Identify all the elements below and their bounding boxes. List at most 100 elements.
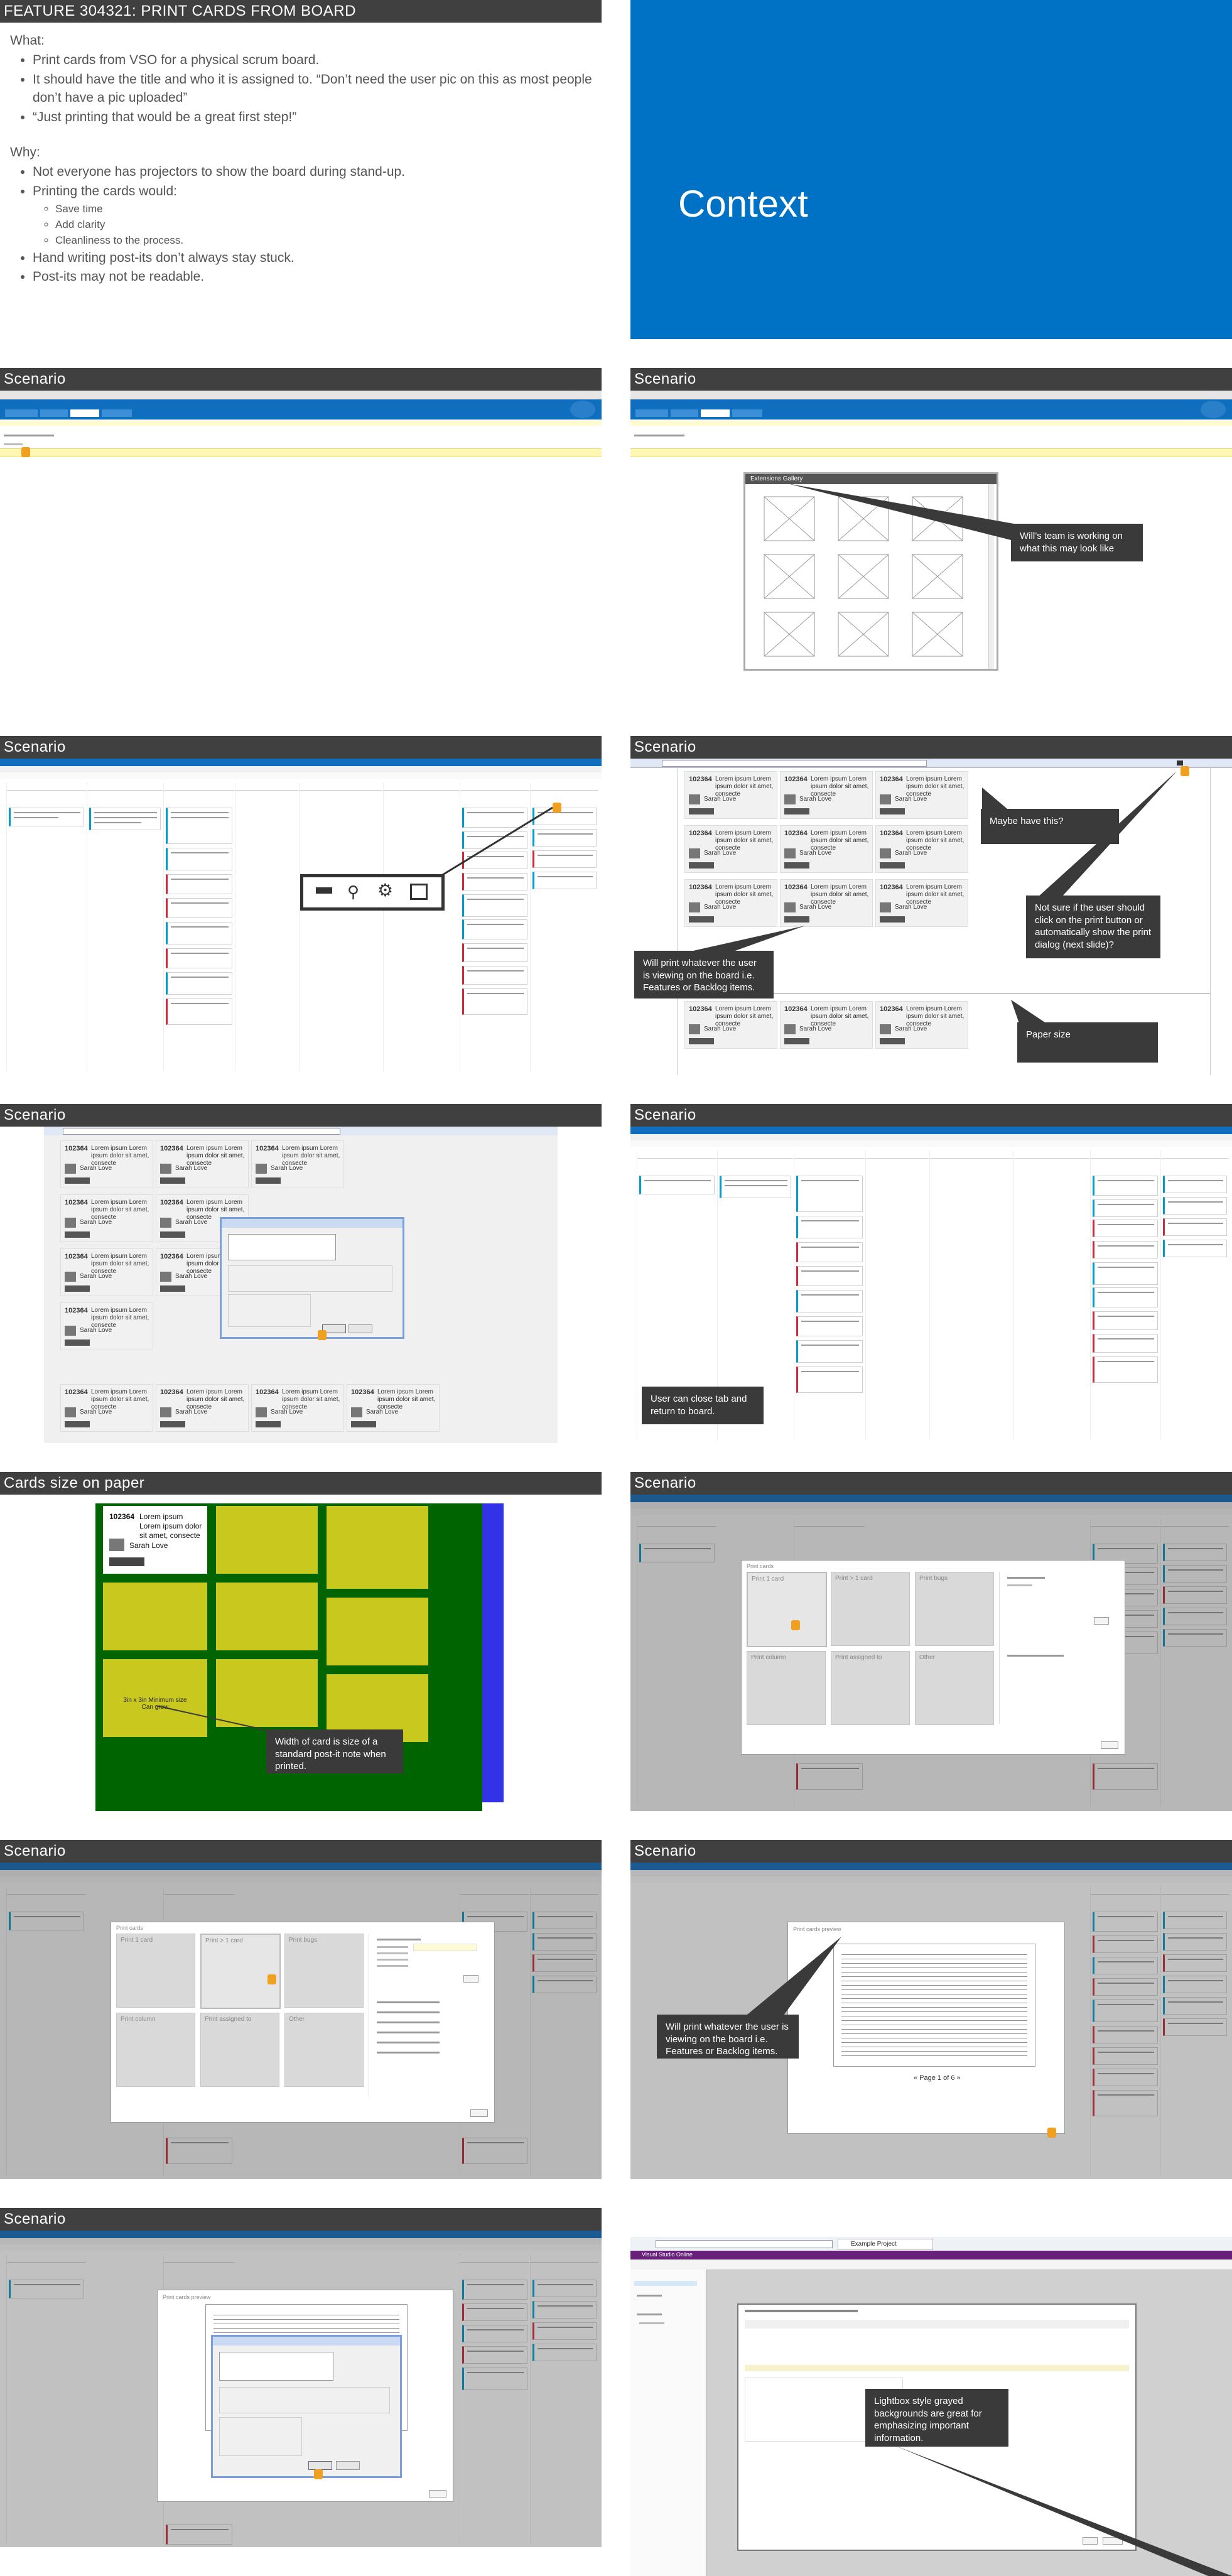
close-button[interactable] — [1103, 2537, 1123, 2545]
print-button[interactable] — [1177, 760, 1183, 766]
slide-title: Scenario — [0, 2208, 602, 2231]
post-it — [216, 1506, 318, 1574]
post-it-minimum: 3in x 3in Minimum size Can grow — [103, 1659, 207, 1737]
option-other[interactable]: Other — [915, 1651, 994, 1725]
gear-icon[interactable]: ⚙ — [377, 881, 393, 900]
slide-title: Scenario — [630, 1840, 1232, 1863]
slide-scenario-board-toolbar: Scenario ⚲ ⚙ — [0, 736, 602, 1075]
slide-title: Cards size on paper — [0, 1472, 602, 1495]
print-icon[interactable] — [316, 887, 332, 894]
print-preview-title: Print cards preview — [793, 1926, 841, 1932]
preview-pager[interactable]: « Page 1 of 6 » — [914, 2074, 961, 2082]
slide-feature-description: FEATURE 304321: PRINT CARDS FROM BOARD W… — [0, 0, 602, 339]
option-print-1-card[interactable]: Print 1 card — [747, 1572, 827, 1647]
callout-lightbox: Lightbox style grayed backgrounds are gr… — [865, 2389, 1008, 2447]
dialog-print-button[interactable] — [429, 2490, 446, 2498]
why-item: Printing the cards would: Save time Add … — [33, 182, 600, 248]
browser-tab[interactable]: Example Project — [838, 2239, 933, 2250]
print-cancel-button[interactable] — [349, 1324, 372, 1333]
go-button[interactable] — [1094, 1617, 1109, 1625]
kanban-board — [6, 782, 598, 1071]
sample-card-id: 102364 — [109, 1512, 135, 1521]
callout-print-whatever: Will print whatever the user is viewing … — [634, 951, 774, 998]
sample-card-badge — [109, 1557, 144, 1566]
slide-title: Scenario — [630, 368, 1232, 391]
browser-tab-label: Example Project — [851, 2241, 897, 2248]
why-item: Hand writing post-its don’t always stay … — [33, 249, 600, 267]
print-preview-title: Print cards preview — [163, 2294, 211, 2300]
feature-description-body: What: Print cards from VSO for a physica… — [10, 26, 600, 286]
slide-scenario-print-dialog-final: Scenario Print cards preview — [0, 2208, 602, 2547]
post-it — [327, 1506, 428, 1589]
what-heading: What: — [10, 33, 45, 48]
option-print-assigned-to[interactable]: Print assigned to — [200, 2013, 279, 2087]
dialog-print-button[interactable] — [470, 2109, 488, 2117]
extensions-gallery-title: Extensions Gallery — [750, 475, 803, 482]
os-print-dialog — [211, 2335, 402, 2478]
cursor-icon — [314, 2469, 323, 2479]
option-print-bugs[interactable]: Print bugs — [915, 1572, 994, 1646]
option-print-column[interactable]: Print column — [116, 2013, 195, 2087]
slide-scenario-print-options: Scenario Print cards Print 1 card Print … — [630, 1472, 1232, 1811]
slide-scenario-print-page: Scenario 102364 Lorem ipsum Lorem ipsum d… — [630, 736, 1232, 1075]
post-it — [216, 1659, 318, 1727]
extension-placeholder-grid — [764, 496, 963, 657]
slide-scenario-print-preview: Scenario Print cards preview « Page 1 of… — [630, 1840, 1232, 2179]
slide-title: FEATURE 304321: PRINT CARDS FROM BOARD — [0, 0, 602, 23]
option-print-bugs[interactable]: Print bugs — [284, 1934, 364, 2008]
filter-input[interactable] — [413, 1944, 477, 1951]
what-item: “Just printing that would be a great fir… — [33, 108, 600, 126]
slide-title: Scenario — [0, 736, 602, 759]
slide-title: Scenario — [0, 1104, 602, 1127]
go-button[interactable] — [463, 1975, 478, 1983]
slide-scenario-print-dialog: Scenario 102364 Lorem ipsum Lorem ipsum d… — [0, 1104, 602, 1443]
slide-title: Scenario — [630, 1472, 1232, 1495]
cursor-icon — [1047, 2128, 1056, 2138]
option-print-1-card[interactable]: Print 1 card — [116, 1934, 195, 2008]
options-panel — [369, 1934, 486, 2097]
option-print-many-cards[interactable]: Print > 1 card — [200, 1934, 281, 2009]
post-it — [216, 1583, 318, 1650]
dialog-print-button[interactable] — [1101, 1741, 1118, 1749]
option-print-many-cards[interactable]: Print > 1 card — [831, 1572, 910, 1646]
context-heading: Context — [678, 183, 808, 225]
save-button[interactable] — [1083, 2537, 1098, 2545]
size-note: 3in x 3in Minimum size Can grow — [123, 1697, 187, 1711]
print-cards-dialog-title: Print cards — [116, 1925, 144, 1931]
callout-close-tab: User can close tab and return to board. — [642, 1387, 764, 1424]
slide-context: Context — [630, 0, 1232, 339]
print-preview-dialog: Print cards preview « Page 1 of 6 » — [787, 1922, 1065, 2134]
fullscreen-icon[interactable] — [410, 884, 428, 900]
slide-scenario-print-options-selected: Scenario Print cards Print 1 card Print … — [0, 1840, 602, 2179]
what-item: Print cards from VSO for a physical scru… — [33, 51, 600, 69]
slide-title: Scenario — [0, 1840, 602, 1863]
search-icon[interactable]: ⚲ — [347, 882, 359, 901]
cursor-icon — [791, 1620, 800, 1630]
cursor-icon — [553, 803, 561, 813]
why-item: Not everyone has projectors to show the … — [33, 163, 600, 181]
option-print-column[interactable]: Print column — [747, 1651, 826, 1725]
print-cards-dialog-title: Print cards — [747, 1563, 774, 1569]
why-subitem: Save time — [55, 202, 600, 217]
option-other[interactable]: Other — [284, 2013, 364, 2087]
why-heading: Why: — [10, 144, 40, 160]
print-confirm-button[interactable] — [308, 2461, 332, 2470]
slide-title: Scenario — [630, 736, 1232, 759]
avatar — [109, 1539, 124, 1551]
board-toolbar: ⚲ ⚙ — [300, 874, 445, 911]
print-cancel-button[interactable] — [336, 2461, 360, 2470]
option-print-assigned-to[interactable]: Print assigned to — [831, 1651, 910, 1725]
app-name: Visual Studio Online — [642, 2251, 693, 2258]
sample-card: 102364 Lorem ipsum Lorem ipsum dolor sit… — [103, 1506, 207, 1574]
gallery-callout: Will’s team is working on what this may … — [1011, 524, 1143, 561]
os-print-dialog — [220, 1217, 404, 1339]
callout-post-it-width: Width of card is size of a standard post… — [266, 1729, 403, 1773]
print-cards-dialog: Print cards Print 1 card Print > 1 card … — [111, 1922, 495, 2123]
cursor-icon — [267, 1974, 276, 1984]
slide-title: Scenario — [630, 1104, 1232, 1127]
slide-title: Scenario — [0, 368, 602, 391]
why-sublist: Save time Add clarity Cleanliness to the… — [33, 202, 600, 247]
why-subitem: Add clarity — [55, 217, 600, 232]
callout-unsure: Not sure if the user should click on the… — [1026, 896, 1160, 958]
app-header: Visual Studio Online — [630, 2251, 1232, 2259]
